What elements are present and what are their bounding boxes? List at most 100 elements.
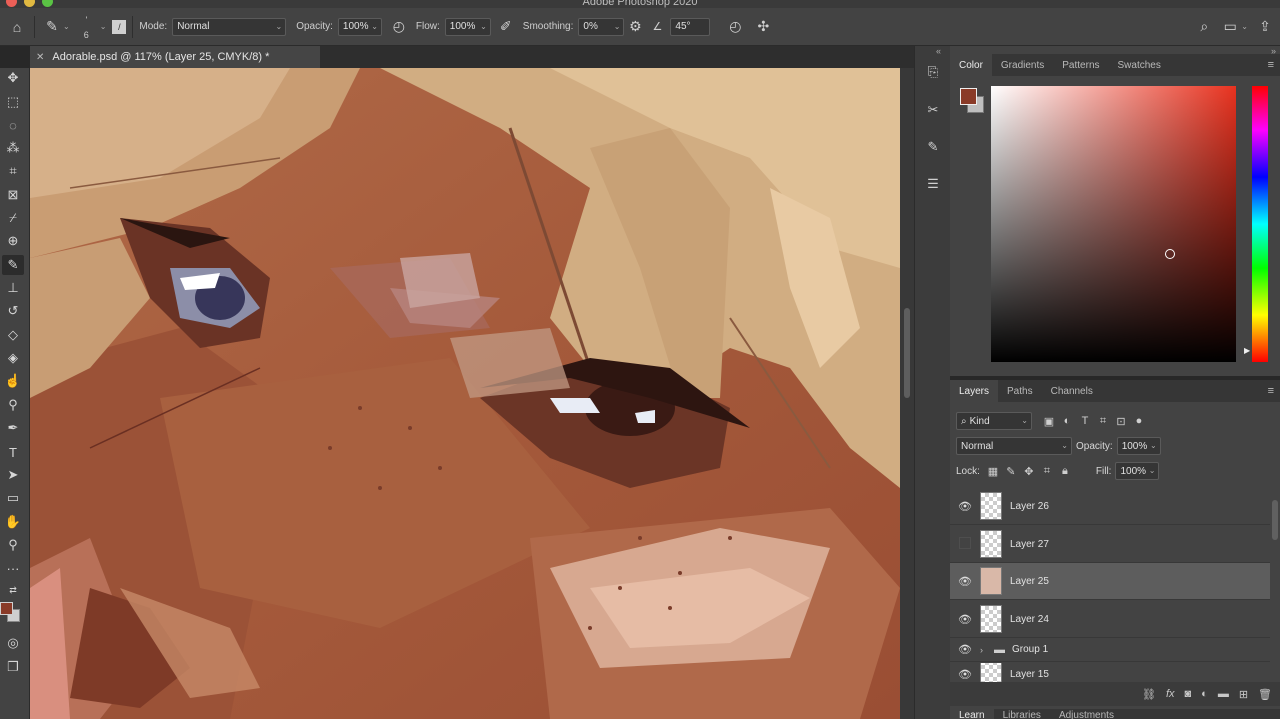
- document-canvas[interactable]: [30, 68, 900, 719]
- angle-input[interactable]: 45°: [670, 17, 711, 36]
- adjustment-filter-icon[interactable]: ◐: [1058, 415, 1076, 427]
- tab-color[interactable]: Color: [950, 54, 992, 76]
- dodge-tool-icon[interactable]: ⚲: [2, 395, 24, 415]
- new-group-icon[interactable]: ▬: [1218, 688, 1229, 700]
- lock-transparent-icon[interactable]: ▦: [984, 465, 1002, 478]
- layer-filter-select[interactable]: ⌕ Kind ⌄: [956, 412, 1032, 430]
- layer-row[interactable]: 👁︎ Layer 24: [950, 601, 1270, 638]
- lock-all-icon[interactable]: 🔒︎: [1056, 465, 1074, 478]
- swap-colors-icon[interactable]: ⇄: [2, 580, 24, 600]
- search-icon[interactable]: ⌕: [1193, 16, 1215, 38]
- smudge-tool-icon[interactable]: ☝: [2, 371, 24, 391]
- shape-filter-icon[interactable]: ⌗: [1094, 415, 1112, 428]
- filter-toggle-icon[interactable]: ●: [1130, 415, 1148, 427]
- frame-tool-icon[interactable]: ⊠: [2, 185, 24, 205]
- brush-preset-icon[interactable]: ✎: [41, 16, 63, 38]
- foreground-color-swatch[interactable]: [960, 88, 977, 105]
- lasso-tool-icon[interactable]: ◌: [2, 115, 24, 135]
- screen-mode-icon[interactable]: ❐: [2, 657, 24, 677]
- share-icon[interactable]: ⇪: [1254, 16, 1276, 38]
- crop-tool-icon[interactable]: ⌗: [2, 161, 24, 181]
- tab-learn[interactable]: Learn: [950, 709, 994, 719]
- gear-icon[interactable]: ⚙: [624, 16, 646, 38]
- smoothing-input[interactable]: 0% ⌄: [578, 17, 625, 36]
- color-picker-cursor[interactable]: [1165, 249, 1175, 259]
- tool-presets-icon[interactable]: ✂: [921, 98, 945, 122]
- brush-size-picker[interactable]: ' 6: [78, 12, 100, 42]
- more-tools-icon[interactable]: ···: [2, 558, 24, 578]
- chevron-down-icon[interactable]: ⌄: [100, 22, 107, 31]
- document-tab[interactable]: ✕ Adorable.psd @ 117% (Layer 25, CMYK/8)…: [30, 46, 320, 68]
- tab-libraries[interactable]: Libraries: [994, 709, 1050, 719]
- properties-panel-icon[interactable]: ☰: [921, 172, 945, 196]
- eraser-tool-icon[interactable]: ◇: [2, 325, 24, 345]
- tab-adjustments[interactable]: Adjustments: [1050, 709, 1123, 719]
- image-filter-icon[interactable]: ▣: [1040, 415, 1058, 428]
- layer-opacity-input[interactable]: 100% ⌄: [1116, 437, 1161, 455]
- opacity-input[interactable]: 100% ⌄: [337, 17, 382, 36]
- blend-mode-select[interactable]: Normal ⌄: [956, 437, 1072, 455]
- quick-mask-icon[interactable]: ◎: [2, 633, 24, 653]
- eye-icon[interactable]: 👁︎: [950, 575, 980, 588]
- brush-settings-panel-icon[interactable]: ✎: [921, 135, 945, 159]
- tab-gradients[interactable]: Gradients: [992, 54, 1053, 76]
- visibility-toggle-off[interactable]: [950, 537, 980, 552]
- hand-tool-icon[interactable]: ✋: [2, 512, 24, 532]
- add-mask-icon[interactable]: ◙: [1185, 688, 1192, 700]
- tab-swatches[interactable]: Swatches: [1109, 54, 1170, 76]
- healing-brush-tool-icon[interactable]: ⊕: [2, 231, 24, 251]
- color-picker-field[interactable]: [991, 86, 1236, 362]
- paint-bucket-tool-icon[interactable]: ◈: [2, 348, 24, 368]
- tab-layers[interactable]: Layers: [950, 380, 999, 402]
- lock-artboard-icon[interactable]: ⌗: [1038, 465, 1056, 478]
- tab-patterns[interactable]: Patterns: [1053, 54, 1108, 76]
- pressure-size-icon[interactable]: ◴: [724, 16, 746, 38]
- panel-menu-icon[interactable]: ≡: [1268, 59, 1274, 71]
- chevron-down-icon[interactable]: ⌄: [1241, 22, 1248, 31]
- move-tool-icon[interactable]: ✥: [2, 68, 24, 88]
- link-layers-icon[interactable]: ⛓: [1142, 688, 1156, 701]
- brush-tool-icon[interactable]: ✎: [2, 255, 24, 275]
- lock-position-icon[interactable]: ✥: [1020, 465, 1038, 478]
- history-brush-tool-icon[interactable]: ↺: [2, 301, 24, 321]
- tab-paths[interactable]: Paths: [998, 380, 1042, 402]
- magic-wand-tool-icon[interactable]: ⁂: [2, 138, 24, 158]
- tab-channels[interactable]: Channels: [1042, 380, 1102, 402]
- new-layer-icon[interactable]: ⊞: [1239, 688, 1248, 701]
- eye-icon[interactable]: 👁︎: [950, 668, 980, 681]
- fill-input[interactable]: 100% ⌄: [1115, 462, 1160, 480]
- chevron-down-icon[interactable]: ⌄: [63, 22, 70, 31]
- mode-select[interactable]: Normal ⌄: [172, 17, 287, 36]
- canvas-vertical-scrollbar[interactable]: [900, 68, 914, 719]
- adjustment-layer-icon[interactable]: ◐: [1201, 688, 1208, 700]
- eye-icon[interactable]: 👁︎: [950, 500, 980, 513]
- eyedropper-tool-icon[interactable]: ⌿: [2, 208, 24, 228]
- airbrush-icon[interactable]: ✐: [495, 16, 517, 38]
- layer-row[interactable]: 👁︎ Layer 26: [950, 488, 1270, 525]
- smart-object-filter-icon[interactable]: ⊡: [1112, 415, 1130, 428]
- type-tool-icon[interactable]: T: [2, 442, 24, 462]
- home-icon[interactable]: ⌂: [6, 16, 28, 38]
- layer-row-selected[interactable]: 👁︎ Layer 25: [950, 563, 1270, 600]
- pressure-opacity-icon[interactable]: ◴: [388, 16, 410, 38]
- scrollbar-thumb[interactable]: [904, 308, 910, 398]
- workspace-icon[interactable]: ▭: [1219, 16, 1241, 38]
- marquee-tool-icon[interactable]: ⬚: [2, 92, 24, 112]
- eye-icon[interactable]: 👁︎: [950, 643, 980, 656]
- trash-icon[interactable]: 🗑︎: [1258, 688, 1272, 701]
- lock-pixels-icon[interactable]: ✎: [1002, 465, 1020, 478]
- rectangle-tool-icon[interactable]: ▭: [2, 488, 24, 508]
- history-panel-icon[interactable]: ⎘: [921, 60, 945, 84]
- pen-tool-icon[interactable]: ✒: [2, 418, 24, 438]
- fx-icon[interactable]: fx: [1166, 688, 1175, 700]
- close-icon[interactable]: ✕: [36, 52, 44, 63]
- layers-scrollbar[interactable]: [1272, 500, 1278, 540]
- eye-icon[interactable]: 👁︎: [950, 613, 980, 626]
- hue-slider[interactable]: [1252, 86, 1268, 362]
- layer-row[interactable]: Layer 27: [950, 526, 1270, 563]
- flow-input[interactable]: 100% ⌄: [444, 17, 491, 36]
- zoom-tool-icon[interactable]: ⚲: [2, 535, 24, 555]
- path-selection-tool-icon[interactable]: ➤: [2, 465, 24, 485]
- foreground-color-swatch[interactable]: [0, 602, 13, 615]
- layer-group-row[interactable]: 👁︎ › ▬ Group 1: [950, 638, 1270, 662]
